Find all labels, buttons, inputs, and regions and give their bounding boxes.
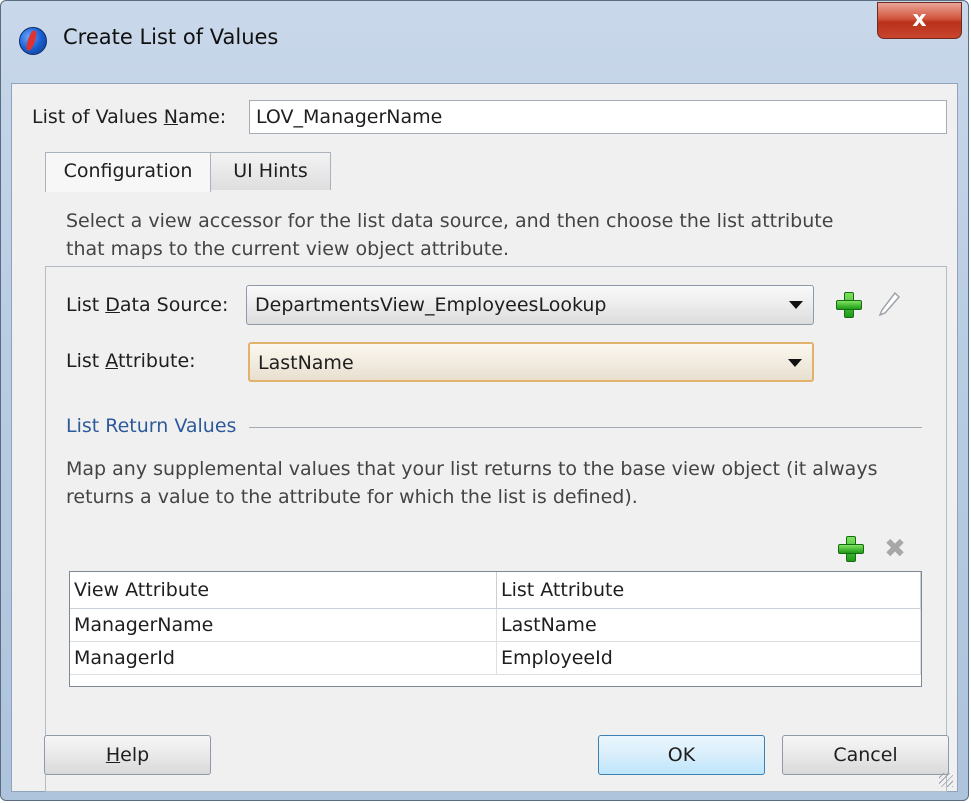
return-values-description-line2: returns a value to the attribute for whi… <box>66 486 638 508</box>
delete-return-value-icon[interactable]: ✖ <box>883 536 907 562</box>
list-data-source-value: DepartmentsView_EmployeesLookup <box>255 294 607 316</box>
chevron-down-icon <box>789 301 803 309</box>
table-cell-view-attribute[interactable]: ManagerName <box>70 609 497 642</box>
title-bar[interactable]: Create List of Values x <box>1 1 968 83</box>
config-description-line1: Select a view accessor for the list data… <box>66 210 834 232</box>
return-values-description-line1: Map any supplemental values that your li… <box>66 458 878 480</box>
dialog-body: List of Values Name: LOV_ManagerName Con… <box>11 83 958 792</box>
list-attribute-label: List Attribute: <box>66 350 196 372</box>
list-data-source-dropdown[interactable]: DepartmentsView_EmployeesLookup <box>246 285 814 325</box>
section-divider <box>249 427 922 428</box>
dialog-title: Create List of Values <box>63 25 279 49</box>
list-data-source-label: List Data Source: <box>66 294 229 316</box>
cancel-button[interactable]: Cancel <box>782 735 949 775</box>
close-button[interactable]: x <box>877 2 962 39</box>
chevron-down-icon <box>788 359 802 367</box>
list-attribute-value: LastName <box>258 352 354 374</box>
return-values-table: View Attribute List Attribute ManagerNam… <box>69 571 922 687</box>
app-icon <box>19 27 47 55</box>
ok-button[interactable]: OK <box>598 735 765 775</box>
table-cell-list-attribute[interactable]: LastName <box>497 609 921 642</box>
list-return-values-heading: List Return Values <box>66 415 237 437</box>
resize-grip[interactable] <box>939 773 953 787</box>
help-button[interactable]: Help <box>44 735 211 775</box>
table-cell-list-attribute[interactable]: EmployeeId <box>497 642 921 675</box>
column-header-list-attribute[interactable]: List Attribute <box>497 572 921 609</box>
table-cell-view-attribute[interactable]: ManagerId <box>70 642 497 675</box>
edit-pencil-icon[interactable] <box>878 291 900 317</box>
close-icon: x <box>912 7 927 32</box>
lov-name-label: List of Values Name: <box>32 106 227 128</box>
tab-configuration[interactable]: Configuration <box>45 152 211 192</box>
add-return-value-icon[interactable] <box>838 536 864 562</box>
lov-name-input[interactable]: LOV_ManagerName <box>249 100 947 134</box>
config-description-line2: that maps to the current view object att… <box>66 238 509 260</box>
tab-ui-hints[interactable]: UI Hints <box>210 152 331 190</box>
add-data-source-icon[interactable] <box>836 292 862 318</box>
create-list-of-values-dialog: Create List of Values x List of Values N… <box>0 0 969 801</box>
column-header-view-attribute[interactable]: View Attribute <box>70 572 497 609</box>
list-attribute-dropdown[interactable]: LastName <box>248 342 814 382</box>
